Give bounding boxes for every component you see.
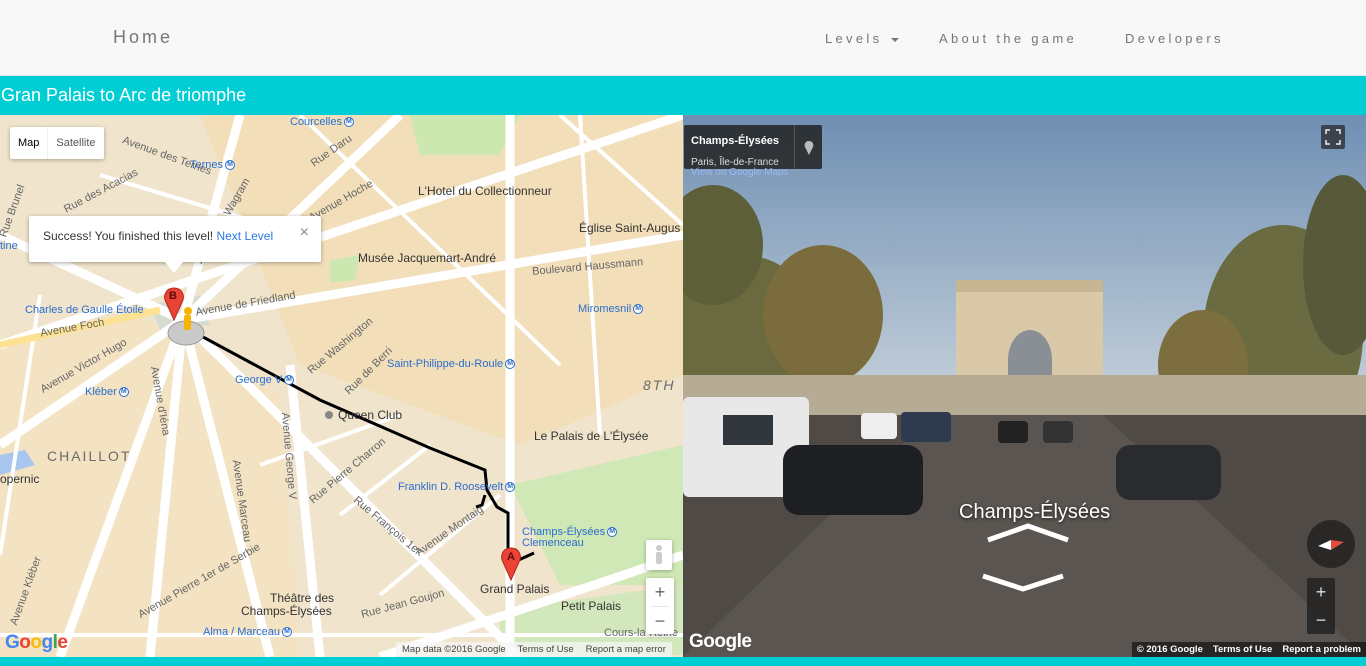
place-grand-palais: Grand Palais bbox=[480, 582, 550, 596]
map-pin-icon[interactable] bbox=[794, 125, 822, 169]
district-label: 8TH bbox=[643, 377, 676, 393]
metro-roosevelt: Franklin D. Roosevelt M bbox=[398, 481, 516, 493]
map[interactable]: B A Courcelles M Ternes M Rue Daru Avenue … bbox=[0, 115, 683, 657]
caret-down-icon bbox=[891, 37, 900, 42]
map-marker-b[interactable]: B bbox=[169, 290, 177, 302]
place-queen-club: Queen Club bbox=[325, 408, 402, 422]
sv-attribution: © 2016 Google Terms of Use Report a prob… bbox=[1131, 642, 1366, 657]
sv-report-link[interactable]: Report a problem bbox=[1277, 644, 1366, 655]
place-copernic: opernic bbox=[0, 472, 40, 486]
place-hotel: L'Hotel du Collectionneur bbox=[418, 184, 552, 198]
sv-street-label: Champs-Élysées bbox=[959, 501, 1111, 523]
metro-courcelles: Courcelles M bbox=[290, 116, 354, 128]
metro-icon: M bbox=[505, 359, 516, 370]
place-theatre: Théâtre des bbox=[270, 591, 335, 605]
map-type-map-button[interactable]: Map bbox=[10, 127, 47, 159]
sv-zoom-control: + − bbox=[1307, 578, 1335, 634]
google-logo-white: Google bbox=[689, 631, 752, 652]
metro-miromesnil: Miromesnil M bbox=[578, 303, 644, 315]
close-icon[interactable]: × bbox=[300, 224, 309, 242]
sv-terms-link[interactable]: Terms of Use bbox=[1208, 644, 1277, 655]
metro-icon: M bbox=[282, 627, 293, 638]
sv-zoom-in-button[interactable]: + bbox=[1307, 578, 1335, 606]
success-message: Success! You finished this level! Next L… bbox=[43, 229, 273, 243]
metro-icon: M bbox=[118, 387, 129, 398]
map-data-text: Map data ©2016 Google bbox=[402, 644, 506, 655]
sv-view-on-maps-link[interactable]: View on Google Maps bbox=[691, 167, 789, 178]
navbar: Home Levels About the game Developers bbox=[0, 0, 1366, 76]
place-eglise: Église Saint-Augus bbox=[579, 221, 681, 235]
place-jacquemart: Musée Jacquemart-André bbox=[358, 251, 497, 265]
zoom-in-button[interactable]: + bbox=[646, 578, 674, 606]
place-theatre-2: Champs-Élysées bbox=[241, 604, 332, 618]
level-title: Gran Palais to Arc de triomphe bbox=[1, 85, 247, 105]
level-header: Gran Palais to Arc de triomphe bbox=[0, 76, 1366, 115]
map-type-control: Map Satellite bbox=[10, 127, 104, 159]
place-petit-palais: Petit Palais bbox=[561, 599, 622, 613]
map-zoom-control: + − bbox=[646, 578, 674, 634]
terms-link[interactable]: Terms of Use bbox=[512, 644, 580, 655]
metro-kleber: Kléber M bbox=[85, 386, 129, 398]
metro-clemenceau: Champs-Élysées M Clemenceau bbox=[522, 527, 618, 549]
developers-link[interactable]: Developers bbox=[1125, 31, 1224, 46]
about-link[interactable]: About the game bbox=[939, 31, 1077, 46]
metro-st-philippe: Saint-Philippe-du-Roule M bbox=[387, 358, 516, 370]
success-infowindow: Success! You finished this level! Next L… bbox=[29, 216, 321, 273]
metro-alma: Alma / Marceau M bbox=[203, 626, 293, 638]
metro-icon: M bbox=[284, 375, 295, 386]
metro-icon: M bbox=[505, 482, 516, 493]
next-level-link[interactable]: Next Level bbox=[216, 229, 273, 243]
success-text: Success! You finished this level! bbox=[43, 229, 214, 243]
metro-george-v: George VM bbox=[235, 374, 295, 386]
metro-etoile: Charles de Gaulle Étoile bbox=[25, 304, 144, 316]
map-attribution: Map data ©2016 Google Terms of Use Repor… bbox=[396, 642, 672, 657]
metro-icon: M bbox=[343, 117, 354, 128]
pegman-icon[interactable] bbox=[646, 540, 672, 570]
map-type-satellite-button[interactable]: Satellite bbox=[47, 127, 103, 159]
home-link[interactable]: Home bbox=[113, 27, 173, 48]
sv-place-title: Champs-Élysées bbox=[691, 135, 780, 147]
fullscreen-icon[interactable] bbox=[1321, 125, 1345, 149]
compass-icon[interactable] bbox=[1307, 520, 1355, 568]
google-logo: Google bbox=[5, 632, 68, 653]
streetview-location-card: Champs-Élysées Paris, Île-de-France View… bbox=[684, 125, 822, 178]
infowindow-tail bbox=[165, 262, 183, 273]
metro-icon: M bbox=[633, 304, 644, 315]
place-elysee: Le Palais de L'Élysée bbox=[534, 429, 649, 443]
streetview-image[interactable] bbox=[683, 115, 1366, 657]
metro-icon: M bbox=[225, 160, 236, 171]
metro-partial: tine bbox=[0, 240, 18, 252]
district-label: CHAILLOT bbox=[47, 448, 132, 464]
sv-zoom-out-button[interactable]: − bbox=[1307, 606, 1335, 634]
sv-copyright: © 2016 Google bbox=[1136, 644, 1203, 655]
metro-icon: M bbox=[607, 527, 618, 538]
map-marker-a[interactable]: A bbox=[507, 551, 515, 563]
levels-label: Levels bbox=[825, 31, 883, 46]
report-error-link[interactable]: Report a map error bbox=[580, 644, 672, 655]
streetview[interactable]: Champs-Élysées Paris, Île-de-France View… bbox=[683, 115, 1366, 657]
zoom-out-button[interactable]: − bbox=[646, 607, 674, 635]
levels-dropdown[interactable]: Levels bbox=[825, 31, 900, 46]
